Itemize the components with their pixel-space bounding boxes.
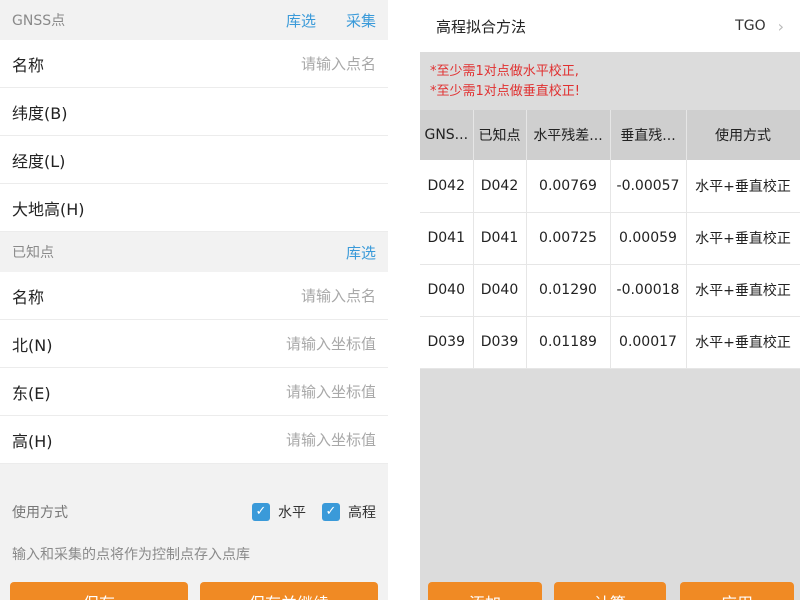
table-row[interactable]: D040 D040 0.01290 -0.00018 水平+垂直校正 xyxy=(420,264,800,317)
known-height-row: 高(H) xyxy=(0,416,388,464)
gnss-collect-link[interactable]: 采集 xyxy=(346,10,376,31)
gnss-longitude-label: 经度(L) xyxy=(12,151,66,171)
table-header-row: GNS... 已知点 水平残差... 垂直残... 使用方式 xyxy=(420,110,800,160)
table-cell: D039 xyxy=(473,316,527,369)
known-east-input[interactable] xyxy=(176,382,376,401)
gnss-name-row: 名称 xyxy=(0,40,388,88)
elevation-fitting-method-label: 高程拟合方法 xyxy=(436,17,527,36)
column-header-usage[interactable]: 使用方式 xyxy=(686,110,800,160)
horizontal-warning-text: *至少需1对点做水平校正, xyxy=(430,64,579,79)
known-name-label: 名称 xyxy=(12,287,45,307)
column-header-gnss[interactable]: GNS... xyxy=(420,110,474,160)
gnss-longitude-input[interactable] xyxy=(176,150,376,169)
table-row[interactable]: D042 D042 0.00769 -0.00057 水平+垂直校正 xyxy=(420,160,800,213)
table-row[interactable]: D041 D041 0.00725 0.00059 水平+垂直校正 xyxy=(420,212,800,265)
known-name-row: 名称 xyxy=(0,272,388,320)
gnss-latitude-input[interactable] xyxy=(176,102,376,121)
known-point-section-header: 已知点 库选 xyxy=(0,232,388,272)
table-cell: 0.01290 xyxy=(526,264,611,317)
known-east-label: 东(E) xyxy=(12,383,51,403)
known-east-row: 东(E) xyxy=(0,368,388,416)
usage-mode-label: 使用方式 xyxy=(12,505,68,521)
table-cell: D041 xyxy=(420,212,474,265)
calibration-warning: *至少需1对点做水平校正, *至少需1对点做垂直校正! xyxy=(420,52,800,110)
horizontal-checkbox[interactable]: ✓ 水平 xyxy=(252,502,306,522)
known-library-select-link[interactable]: 库选 xyxy=(346,242,376,263)
gnss-name-label: 名称 xyxy=(12,55,45,75)
section-spacer xyxy=(0,464,388,490)
horizontal-checkbox-label: 水平 xyxy=(278,505,306,521)
storage-hint-text: 输入和采集的点将作为控制点存入点库 xyxy=(0,534,388,574)
save-button[interactable]: 保存 xyxy=(10,582,188,600)
checkbox-checked-icon: ✓ xyxy=(252,503,270,521)
known-north-label: 北(N) xyxy=(12,335,53,355)
add-button[interactable]: 添加 xyxy=(428,582,542,600)
gnss-library-select-link[interactable]: 库选 xyxy=(286,10,316,31)
vertical-warning-text: *至少需1对点做垂直校正! xyxy=(430,84,580,99)
calibration-panel: 高程拟合方法 TGO › *至少需1对点做水平校正, *至少需1对点做垂直校正!… xyxy=(420,0,800,600)
table-cell: D040 xyxy=(473,264,527,317)
save-and-continue-button[interactable]: 保存并继续 xyxy=(200,582,378,600)
apply-button[interactable]: 应用 xyxy=(680,582,794,600)
known-point-section-title: 已知点 xyxy=(12,245,54,261)
gnss-latitude-label: 纬度(B) xyxy=(12,103,68,123)
table-cell: D039 xyxy=(420,316,474,369)
table-cell: -0.00018 xyxy=(610,264,687,317)
column-header-horizontal-residual[interactable]: 水平残差... xyxy=(526,110,611,160)
table-cell: D042 xyxy=(420,160,474,213)
table-cell: 水平+垂直校正 xyxy=(686,316,800,369)
column-header-vertical-residual[interactable]: 垂直残... xyxy=(610,110,687,160)
table-cell: -0.00057 xyxy=(610,160,687,213)
table-cell: D040 xyxy=(420,264,474,317)
table-cell: 水平+垂直校正 xyxy=(686,212,800,265)
gnss-ellipsoid-height-row: 大地高(H) xyxy=(0,184,388,232)
gnss-ellipsoid-height-input[interactable] xyxy=(176,198,376,217)
compute-button[interactable]: 计算 xyxy=(554,582,666,600)
elevation-fitting-method-value: TGO xyxy=(735,18,766,34)
chevron-right-icon: › xyxy=(777,16,784,36)
table-empty-area xyxy=(420,368,800,549)
gnss-longitude-row: 经度(L) xyxy=(0,136,388,184)
known-height-label: 高(H) xyxy=(12,431,53,451)
table-cell: 0.01189 xyxy=(526,316,611,369)
gnss-point-section-header: GNSS点 库选 采集 xyxy=(0,0,388,40)
known-north-input[interactable] xyxy=(176,334,376,353)
table-cell: 0.00769 xyxy=(526,160,611,213)
gnss-ellipsoid-height-label: 大地高(H) xyxy=(12,199,85,219)
gnss-latitude-row: 纬度(B) xyxy=(0,88,388,136)
table-cell: 水平+垂直校正 xyxy=(686,264,800,317)
table-cell: 0.00059 xyxy=(610,212,687,265)
point-pair-table: GNS... 已知点 水平残差... 垂直残... 使用方式 D042 D042… xyxy=(420,110,800,369)
gnss-name-input[interactable] xyxy=(176,54,376,73)
gnss-point-section-title: GNSS点 xyxy=(12,13,66,29)
elevation-fitting-method-row[interactable]: 高程拟合方法 TGO › xyxy=(420,0,800,52)
table-cell: D041 xyxy=(473,212,527,265)
table-cell: 0.00725 xyxy=(526,212,611,265)
column-header-known-point[interactable]: 已知点 xyxy=(473,110,527,160)
usage-mode-row: 使用方式 ✓ 水平 ✓ 高程 xyxy=(0,490,388,534)
table-cell: D042 xyxy=(473,160,527,213)
table-cell: 水平+垂直校正 xyxy=(686,160,800,213)
elevation-checkbox-label: 高程 xyxy=(348,505,376,521)
known-north-row: 北(N) xyxy=(0,320,388,368)
elevation-checkbox[interactable]: ✓ 高程 xyxy=(322,502,376,522)
table-cell: 0.00017 xyxy=(610,316,687,369)
point-input-panel: GNSS点 库选 采集 名称 纬度(B) 经度(L) 大地高(H) 已知点 库选… xyxy=(0,0,388,600)
table-row[interactable]: D039 D039 0.01189 0.00017 水平+垂直校正 xyxy=(420,316,800,369)
known-name-input[interactable] xyxy=(176,286,376,305)
known-height-input[interactable] xyxy=(176,430,376,449)
checkbox-checked-icon: ✓ xyxy=(322,503,340,521)
